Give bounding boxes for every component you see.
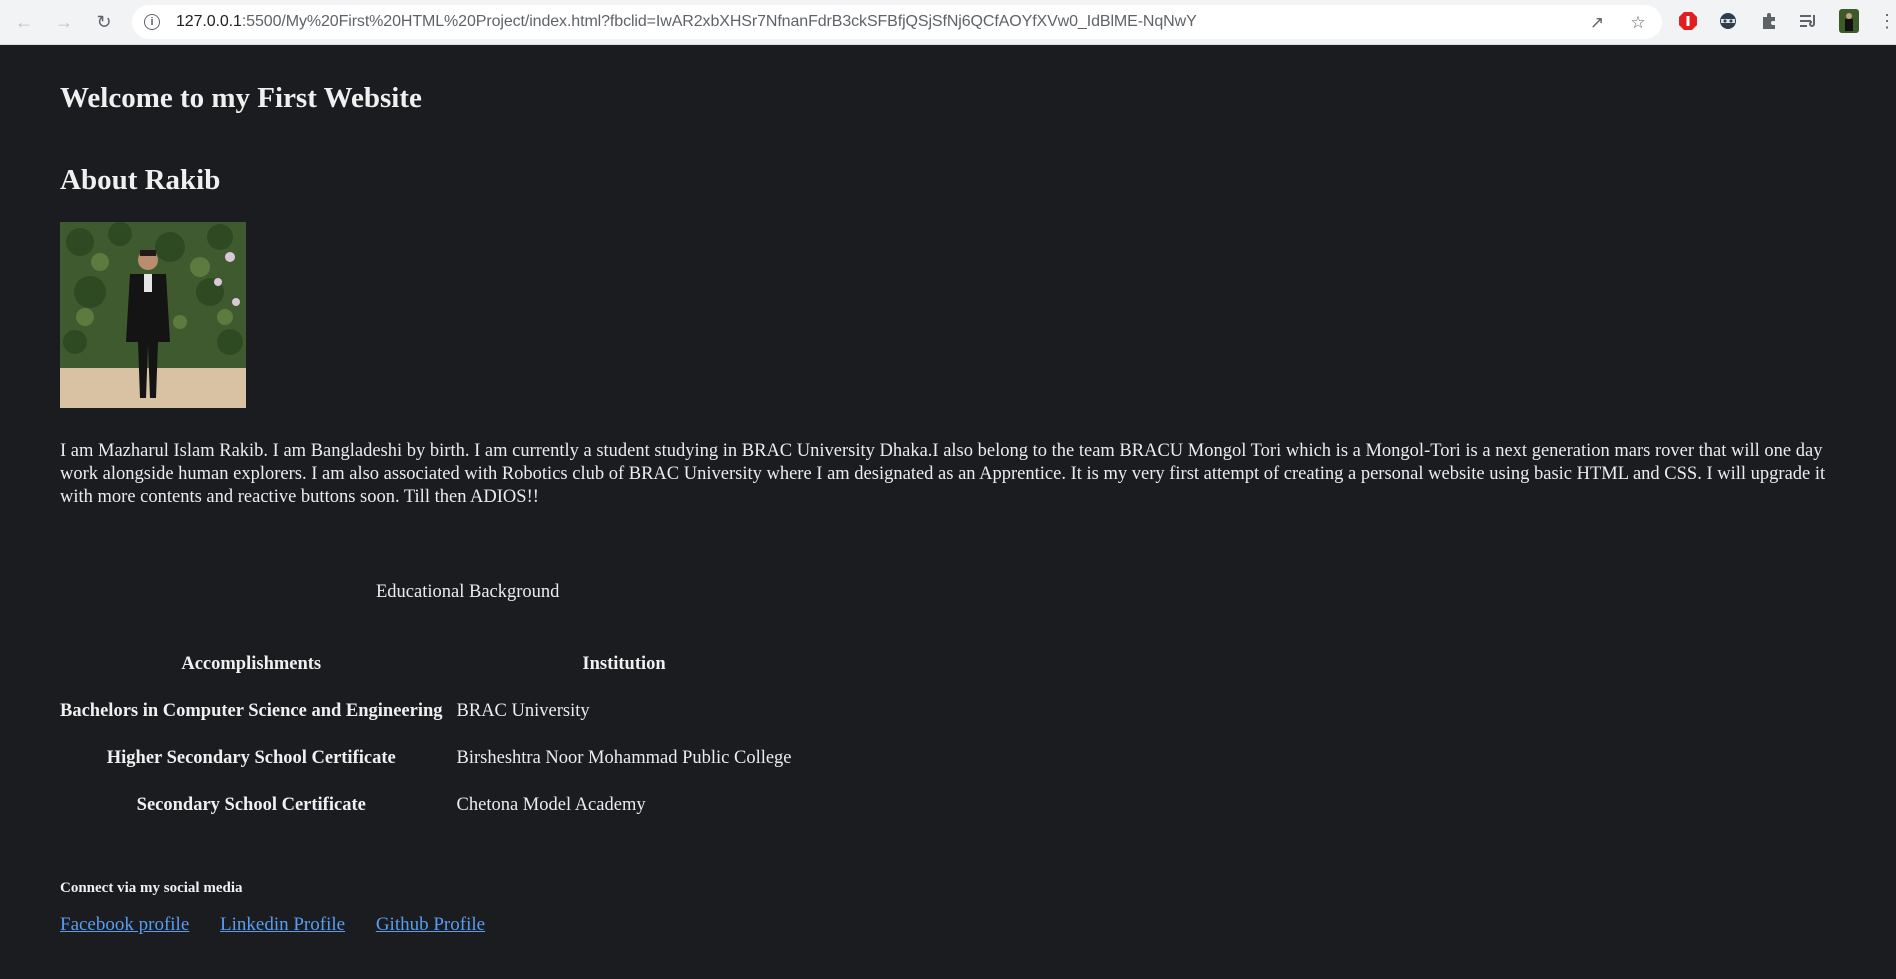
accomplishments-header: Accomplishments [181, 654, 322, 674]
url-host: 127.0.0.1 [176, 13, 242, 30]
site-info-icon[interactable]: i [144, 14, 160, 30]
forward-arrow-icon[interactable]: → [52, 10, 76, 34]
bio-paragraph: I am Mazharul Islam Rakib. I am Banglade… [60, 441, 1826, 507]
back-arrow-icon[interactable]: ← [12, 10, 36, 34]
facebook-link[interactable]: Facebook profile [60, 914, 189, 935]
institution-cell: BRAC University [456, 701, 590, 721]
accomplishment-cell: Bachelors in Computer Science and Engine… [60, 701, 443, 721]
institution-header: Institution [582, 654, 666, 674]
profile-avatar[interactable] [1838, 9, 1860, 33]
github-link[interactable]: Github Profile [376, 914, 485, 935]
url-path: :5500/My%20First%20HTML%20Project/index.… [241, 13, 1197, 30]
accomplishment-cell: Secondary School Certificate [136, 795, 366, 815]
linkedin-link[interactable]: Linkedin Profile [220, 914, 345, 935]
spy-extension-icon[interactable] [1717, 10, 1739, 32]
page-title: Welcome to my First Website [60, 82, 422, 114]
accomplishment-cell: Higher Secondary School Certificate [106, 748, 396, 768]
table-row: Higher Secondary School Certificate Birs… [60, 748, 792, 769]
institution-cell: Birsheshtra Noor Mohammad Public College [456, 748, 792, 768]
menu-kebab-icon[interactable]: ⋮ [1876, 10, 1896, 32]
reload-icon[interactable]: ↻ [92, 10, 116, 34]
browser-toolbar: ← → ↻ i 127.0.0.1:5500/My%20First%20HTML… [0, 0, 1896, 45]
reading-list-icon[interactable] [1798, 10, 1820, 32]
social-links: Facebook profile Linkedin Profile Github… [60, 914, 511, 936]
table-row: Bachelors in Computer Science and Engine… [60, 701, 792, 722]
about-heading: About Rakib [60, 164, 221, 196]
table-header-row: Accomplishments Institution [60, 654, 792, 675]
bookmark-star-icon[interactable]: ☆ [1628, 13, 1648, 33]
education-caption: Educational Background [376, 582, 560, 602]
profile-photo [60, 222, 246, 408]
address-bar[interactable]: i 127.0.0.1:5500/My%20First%20HTML%20Pro… [132, 5, 1662, 39]
adblock-extension-icon[interactable] [1677, 10, 1699, 32]
social-heading: Connect via my social media [60, 880, 243, 896]
url-text[interactable]: 127.0.0.1:5500/My%20First%20HTML%20Proje… [176, 13, 1197, 31]
education-table: Accomplishments Institution Bachelors in… [46, 628, 806, 842]
share-icon[interactable]: ↗ [1587, 13, 1607, 33]
table-row: Secondary School Certificate Chetona Mod… [60, 795, 792, 816]
institution-cell: Chetona Model Academy [456, 795, 646, 815]
extensions-puzzle-icon[interactable] [1758, 10, 1780, 32]
